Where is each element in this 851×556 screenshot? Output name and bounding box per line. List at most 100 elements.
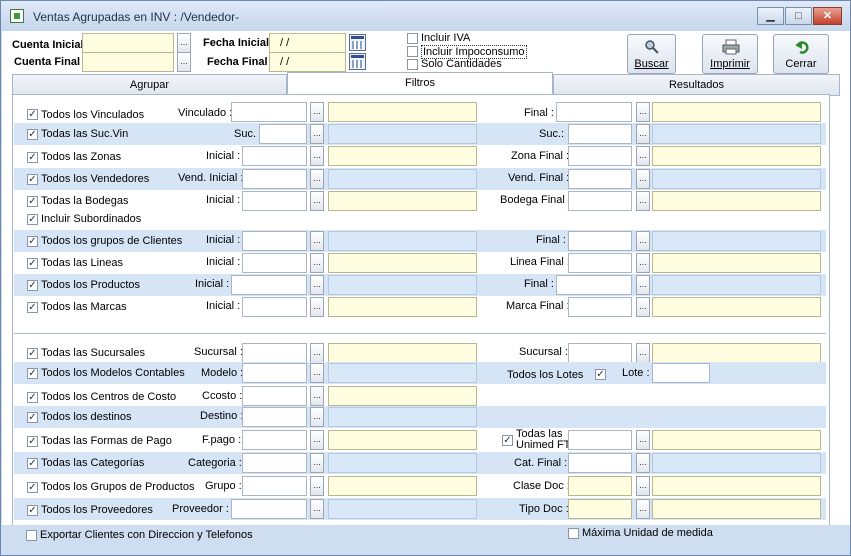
categoria-input[interactable] <box>242 453 307 473</box>
categoria-lookup-button[interactable]: ... <box>310 453 324 473</box>
solo-cantidades-checkbox[interactable] <box>407 59 418 70</box>
todos-proveedores-checkbox[interactable]: ✓ <box>27 505 38 516</box>
todas-sucursales-checkbox[interactable]: ✓ <box>27 348 38 359</box>
todos-vendedores-checkbox[interactable]: ✓ <box>27 174 38 185</box>
todos-modelos-checkbox[interactable]: ✓ <box>27 368 38 379</box>
ccosto-lookup-button[interactable]: ... <box>310 386 324 406</box>
imprimir-button[interactable]: Imprimir <box>702 34 758 74</box>
destino-lookup-button[interactable]: ... <box>310 407 324 427</box>
grupo-cliente-final-lookup-button[interactable]: ... <box>636 231 650 251</box>
proveedor-input[interactable] <box>231 499 307 519</box>
modelo-input[interactable] <box>242 363 307 383</box>
grupo-cliente-final-input[interactable] <box>568 231 632 251</box>
ccosto-input[interactable] <box>242 386 307 406</box>
vend-lookup-button[interactable]: ... <box>310 169 324 189</box>
cuenta-inicial-input[interactable] <box>82 33 174 53</box>
fecha-inicial-input[interactable]: / / <box>269 33 346 53</box>
suc-input[interactable] <box>259 124 307 144</box>
todos-destinos-checkbox[interactable]: ✓ <box>27 412 38 423</box>
cuenta-inicial-lookup-button[interactable]: ... <box>177 33 191 53</box>
todas-formas-pago-checkbox[interactable]: ✓ <box>27 436 38 447</box>
minimize-button[interactable]: ▁ <box>757 7 784 25</box>
todos-ccosto-checkbox[interactable]: ✓ <box>27 392 38 403</box>
vinculado-input[interactable] <box>231 102 307 122</box>
vinculado-final-lookup-button[interactable]: ... <box>636 102 650 122</box>
todas-bodegas-checkbox[interactable]: ✓ <box>27 196 38 207</box>
linea-final-input[interactable] <box>568 253 632 273</box>
maximize-button[interactable]: □ <box>785 7 812 25</box>
zona-lookup-button[interactable]: ... <box>310 146 324 166</box>
producto-final-lookup-button[interactable]: ... <box>636 275 650 295</box>
unimed-lookup-button[interactable]: ... <box>636 430 650 450</box>
maxima-unidad-checkbox[interactable] <box>568 528 579 539</box>
sucursal-lookup-button[interactable]: ... <box>310 343 324 363</box>
grupo-input[interactable] <box>242 476 307 496</box>
cuenta-final-input[interactable] <box>82 52 174 72</box>
close-button[interactable]: ✕ <box>813 7 842 25</box>
unimed-input[interactable] <box>568 430 632 450</box>
tab-resultados[interactable]: Resultados <box>553 74 840 96</box>
cuenta-final-lookup-button[interactable]: ... <box>177 52 191 72</box>
todos-grupos-clientes-checkbox[interactable]: ✓ <box>27 236 38 247</box>
vend-final-lookup-button[interactable]: ... <box>636 169 650 189</box>
clase-doc-lookup-button[interactable]: ... <box>636 476 650 496</box>
todos-vinculados-checkbox[interactable]: ✓ <box>27 109 38 120</box>
suc-final-input[interactable] <box>568 124 632 144</box>
todos-lotes-checkbox[interactable]: ✓ <box>595 369 606 380</box>
cat-final-input[interactable] <box>568 453 632 473</box>
marca-lookup-button[interactable]: ... <box>310 297 324 317</box>
exportar-clientes-checkbox[interactable] <box>26 530 37 541</box>
todas-marcas-checkbox[interactable]: ✓ <box>27 302 38 313</box>
tipo-doc-input[interactable] <box>568 499 632 519</box>
todas-unimed-checkbox[interactable]: ✓ <box>502 435 513 446</box>
vend-inicial-input[interactable] <box>242 169 307 189</box>
linea-inicial-input[interactable] <box>242 253 307 273</box>
todos-grupos-productos-checkbox[interactable]: ✓ <box>27 482 38 493</box>
producto-lookup-button[interactable]: ... <box>310 275 324 295</box>
suc-final-lookup-button[interactable]: ... <box>636 124 650 144</box>
sucursal-final-input[interactable] <box>568 343 632 363</box>
marca-final-input[interactable] <box>568 297 632 317</box>
bodega-final-input[interactable] <box>568 191 632 211</box>
tab-agrupar[interactable]: Agrupar <box>12 74 287 96</box>
destino-input[interactable] <box>242 407 307 427</box>
vinculado-final-input[interactable] <box>556 102 632 122</box>
producto-final-input[interactable] <box>556 275 632 295</box>
bodega-inicial-input[interactable] <box>242 191 307 211</box>
sucursal-final-lookup-button[interactable]: ... <box>636 343 650 363</box>
fecha-final-input[interactable]: / / <box>269 52 346 72</box>
grupo-cliente-lookup-button[interactable]: ... <box>310 231 324 251</box>
calendar-icon[interactable] <box>349 34 366 51</box>
todas-lineas-checkbox[interactable]: ✓ <box>27 258 38 269</box>
grupo-lookup-button[interactable]: ... <box>310 476 324 496</box>
grupo-cliente-inicial-input[interactable] <box>242 231 307 251</box>
incluir-iva-checkbox[interactable] <box>407 33 418 44</box>
vinculado-lookup-button[interactable]: ... <box>310 102 324 122</box>
linea-final-lookup-button[interactable]: ... <box>636 253 650 273</box>
todas-sucvin-checkbox[interactable]: ✓ <box>27 129 38 140</box>
bodega-lookup-button[interactable]: ... <box>310 191 324 211</box>
sucursal-input[interactable] <box>242 343 307 363</box>
modelo-lookup-button[interactable]: ... <box>310 363 324 383</box>
todos-productos-checkbox[interactable]: ✓ <box>27 280 38 291</box>
vend-final-input[interactable] <box>568 169 632 189</box>
lote-input[interactable] <box>652 363 710 383</box>
suc-lookup-button[interactable]: ... <box>310 124 324 144</box>
buscar-button[interactable]: Buscar <box>627 34 676 74</box>
todas-zonas-checkbox[interactable]: ✓ <box>27 152 38 163</box>
cat-final-lookup-button[interactable]: ... <box>636 453 650 473</box>
bodega-final-lookup-button[interactable]: ... <box>636 191 650 211</box>
zona-final-lookup-button[interactable]: ... <box>636 146 650 166</box>
zona-final-input[interactable] <box>568 146 632 166</box>
producto-inicial-input[interactable] <box>231 275 307 295</box>
zona-inicial-input[interactable] <box>242 146 307 166</box>
incluir-subordinados-checkbox[interactable]: ✓ <box>27 214 38 225</box>
linea-lookup-button[interactable]: ... <box>310 253 324 273</box>
fpago-lookup-button[interactable]: ... <box>310 430 324 450</box>
marca-inicial-input[interactable] <box>242 297 307 317</box>
cerrar-button[interactable]: Cerrar <box>773 34 829 74</box>
proveedor-lookup-button[interactable]: ... <box>310 499 324 519</box>
marca-final-lookup-button[interactable]: ... <box>636 297 650 317</box>
tipo-doc-lookup-button[interactable]: ... <box>636 499 650 519</box>
tab-filtros[interactable]: Filtros <box>287 72 553 96</box>
